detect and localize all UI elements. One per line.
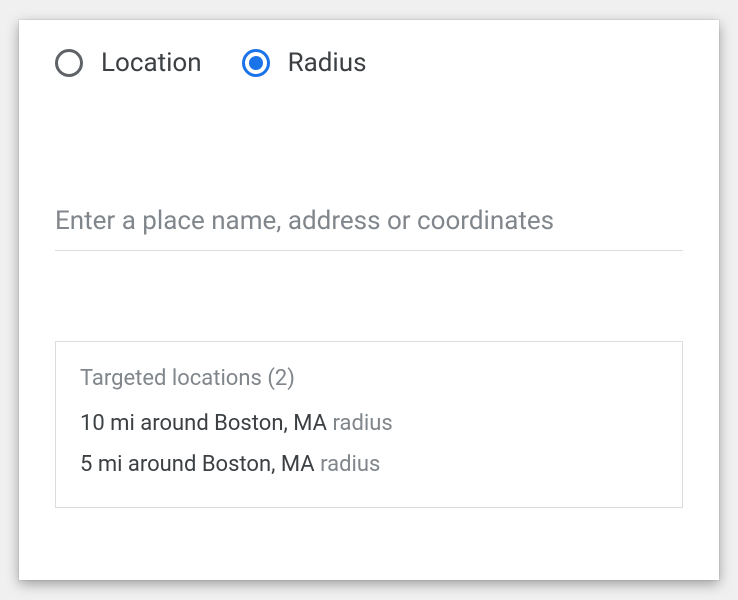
targeted-item-main: 10 mi around Boston, MA bbox=[80, 411, 327, 436]
location-targeting-panel: Location Radius Targeted locations (2) 1… bbox=[19, 20, 719, 580]
radio-option-location[interactable]: Location bbox=[55, 48, 202, 78]
targeted-item-main: 5 mi around Boston, MA bbox=[80, 452, 315, 477]
search-field-container bbox=[19, 198, 719, 251]
radio-label: Location bbox=[101, 48, 202, 78]
targeted-locations-header: Targeted locations (2) bbox=[80, 366, 658, 391]
targeted-locations-box: Targeted locations (2) 10 mi around Bost… bbox=[55, 341, 683, 508]
radio-option-radius[interactable]: Radius bbox=[242, 48, 367, 78]
radio-icon bbox=[242, 49, 270, 77]
targeting-mode-radio-group: Location Radius bbox=[19, 48, 719, 78]
list-item[interactable]: 5 mi around Boston, MA radius bbox=[80, 452, 658, 477]
targeted-item-suffix: radius bbox=[332, 411, 392, 436]
radio-label: Radius bbox=[288, 48, 367, 78]
targeted-item-suffix: radius bbox=[320, 452, 380, 477]
location-search-input[interactable] bbox=[55, 198, 683, 251]
targeted-count: 2 bbox=[275, 366, 287, 391]
list-item[interactable]: 10 mi around Boston, MA radius bbox=[80, 411, 658, 436]
radio-icon bbox=[55, 49, 83, 77]
targeted-header-text: Targeted locations bbox=[80, 366, 262, 391]
